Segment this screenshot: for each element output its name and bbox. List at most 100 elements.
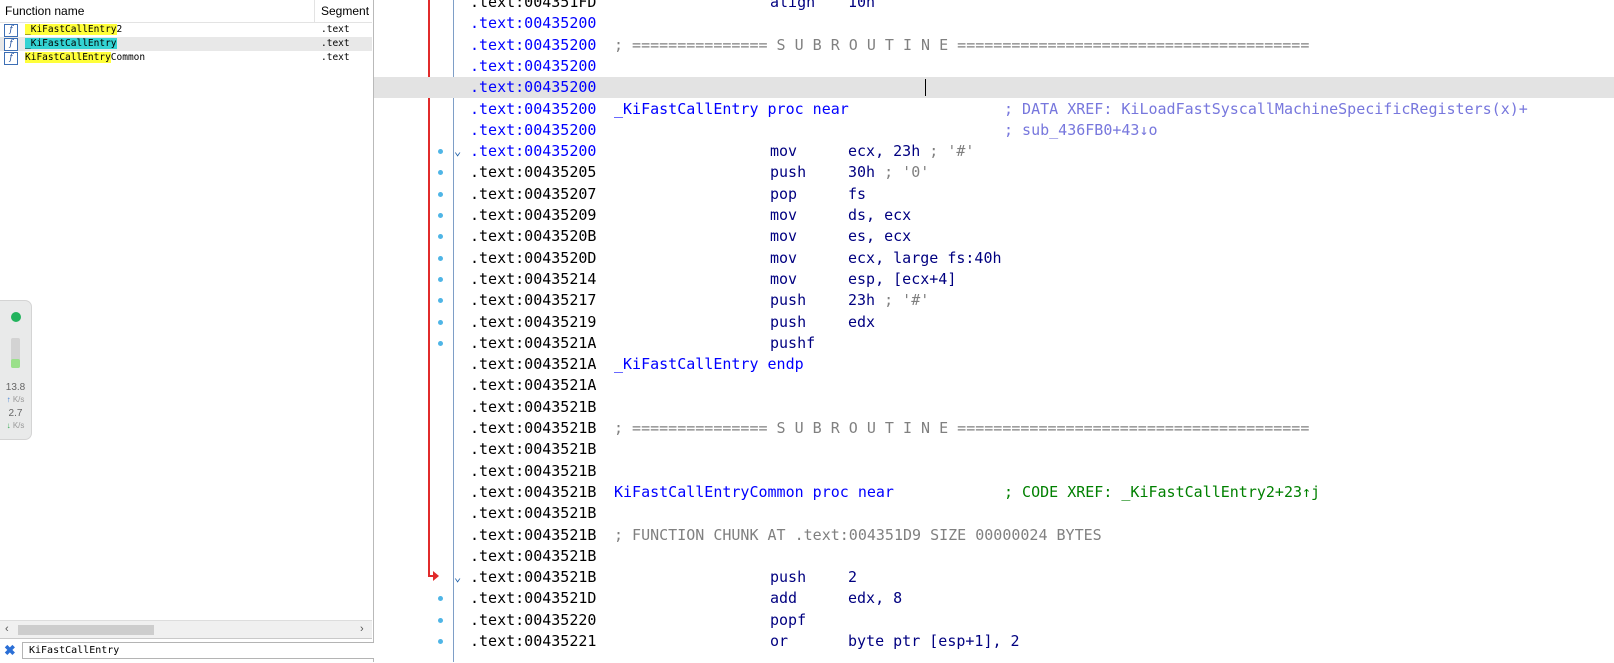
- instruction-mnemonic[interactable]: push: [770, 312, 806, 333]
- disasm-line[interactable]: .text:0043521B ; FUNCTION CHUNK AT .text:…: [374, 525, 1614, 546]
- instruction-mnemonic[interactable]: push: [770, 290, 806, 311]
- disasm-line[interactable]: .text:00435214 mov esp, [ecx+4]: [374, 269, 1614, 290]
- breakpoint-dot-icon[interactable]: [438, 340, 443, 346]
- breakpoint-dot-icon[interactable]: [438, 298, 443, 304]
- line-address[interactable]: .text:00435205: [470, 162, 596, 183]
- line-address[interactable]: .text:0043520B: [470, 226, 596, 247]
- disasm-line[interactable]: .text:00435200: [374, 77, 1614, 99]
- line-address[interactable]: .text:00435217: [470, 290, 596, 311]
- instruction-mnemonic[interactable]: mov: [770, 205, 797, 226]
- disasm-line[interactable]: .text:00435209 mov ds, ecx: [374, 205, 1614, 226]
- disasm-line[interactable]: .text:00435200 ; =============== S U B R …: [374, 35, 1614, 56]
- filter-input[interactable]: [22, 642, 382, 659]
- breakpoint-dot-icon[interactable]: [438, 234, 443, 240]
- line-address[interactable]: .text:0043521B: [470, 525, 596, 546]
- line-address[interactable]: .text:0043521B: [470, 418, 596, 439]
- disasm-line[interactable]: .text:0043521B: [374, 503, 1614, 524]
- instruction-operands[interactable]: 10h: [848, 0, 875, 13]
- fold-chevron-icon[interactable]: ⌄: [454, 141, 464, 162]
- breakpoint-dot-icon[interactable]: [438, 213, 443, 218]
- line-address[interactable]: .text:0043521A: [470, 333, 596, 354]
- disasm-line[interactable]: .text:0043521B KiFastCallEntryCommon proc…: [374, 482, 1614, 503]
- line-address[interactable]: .text:00435200: [470, 56, 596, 77]
- line-address[interactable]: .text:0043521B: [470, 461, 596, 482]
- disasm-line[interactable]: .text:0043521B: [374, 397, 1614, 418]
- proc-label[interactable]: _KiFastCallEntry endp: [614, 354, 804, 375]
- breakpoint-dot-icon[interactable]: [438, 170, 443, 176]
- line-address[interactable]: .text:00435207: [470, 184, 596, 205]
- line-address[interactable]: .text:00435219: [470, 312, 596, 333]
- instruction-mnemonic[interactable]: push: [770, 567, 806, 588]
- fold-chevron-icon[interactable]: ⌄: [454, 567, 464, 588]
- breakpoint-dot-icon[interactable]: [438, 276, 443, 282]
- proc-label[interactable]: KiFastCallEntryCommon proc near: [614, 482, 894, 503]
- disasm-line[interactable]: .text:0043521B: [374, 461, 1614, 482]
- column-segment[interactable]: Segment: [321, 4, 369, 18]
- network-speed-widget[interactable]: 13.8 ↑ K/s 2.7 ↓ K/s: [0, 300, 32, 440]
- scroll-left-icon[interactable]: ‹: [5, 623, 9, 635]
- breakpoint-dot-icon[interactable]: [438, 596, 443, 602]
- instruction-mnemonic[interactable]: pushf: [770, 333, 815, 354]
- instruction-operands[interactable]: byte ptr [esp+1], 2: [848, 631, 1020, 652]
- column-function-name[interactable]: Function name: [5, 4, 84, 18]
- breakpoint-dot-icon[interactable]: [438, 255, 443, 261]
- disasm-line[interactable]: .text:0043521D add edx, 8: [374, 588, 1614, 609]
- function-row[interactable]: f KiFastCallEntryCommon .text: [0, 51, 372, 65]
- disasm-line[interactable]: .text:00435205 push 30h ; '0': [374, 162, 1614, 183]
- line-address[interactable]: .text:00435214: [470, 269, 596, 290]
- instruction-mnemonic[interactable]: mov: [770, 269, 797, 290]
- disasm-line[interactable]: .text:0043521B: [374, 439, 1614, 460]
- instruction-mnemonic[interactable]: push: [770, 162, 806, 183]
- instruction-operands[interactable]: fs: [848, 184, 866, 205]
- line-address[interactable]: .text:004351FD: [470, 0, 596, 13]
- xref-comment[interactable]: ; DATA XREF: KiLoadFastSyscallMachineSpe…: [1004, 99, 1528, 120]
- xref-comment[interactable]: ; CODE XREF: _KiFastCallEntry2+23↑j: [1004, 482, 1320, 503]
- instruction-mnemonic[interactable]: mov: [770, 226, 797, 247]
- disasm-line[interactable]: ⌄ .text:00435200 mov ecx, 23h ; '#': [374, 141, 1614, 162]
- breakpoint-dot-icon[interactable]: [438, 639, 443, 644]
- breakpoint-dot-icon[interactable]: [438, 191, 443, 197]
- disasm-line[interactable]: .text:0043521B: [374, 546, 1614, 567]
- breakpoint-dot-icon[interactable]: [438, 617, 443, 623]
- line-address[interactable]: .text:00435200: [470, 99, 596, 120]
- instruction-operands[interactable]: 23h ; '#': [848, 290, 929, 311]
- instruction-mnemonic[interactable]: mov: [770, 141, 797, 162]
- line-address[interactable]: .text:00435200: [470, 13, 596, 34]
- instruction-mnemonic[interactable]: or: [770, 631, 788, 652]
- line-address[interactable]: .text:0043520D: [470, 248, 596, 269]
- column-separator[interactable]: [314, 0, 315, 22]
- disasm-line[interactable]: .text:00435219 push edx: [374, 312, 1614, 333]
- line-address[interactable]: .text:0043521A: [470, 375, 596, 396]
- proc-label[interactable]: _KiFastCallEntry proc near: [614, 99, 849, 120]
- disasm-line[interactable]: .text:00435207 pop fs: [374, 184, 1614, 205]
- disasm-line[interactable]: .text:00435200 ; sub_436FB0+43↓o: [374, 120, 1614, 141]
- line-address[interactable]: .text:00435220: [470, 610, 596, 631]
- disasm-line[interactable]: .text:004351FD align 10h: [374, 0, 1614, 13]
- line-address[interactable]: .text:0043521A: [470, 354, 596, 375]
- line-address[interactable]: .text:00435200: [470, 141, 596, 162]
- xref-comment[interactable]: ; sub_436FB0+43↓o: [1004, 120, 1158, 141]
- instruction-operands[interactable]: edx: [848, 312, 875, 333]
- disasm-line[interactable]: .text:0043521B ; =============== S U B R …: [374, 418, 1614, 439]
- instruction-operands[interactable]: 30h ; '0': [848, 162, 929, 183]
- disasm-line[interactable]: .text:0043521A pushf: [374, 333, 1614, 354]
- close-filter-icon[interactable]: ✖: [4, 642, 16, 659]
- line-address[interactable]: .text:0043521D: [470, 588, 596, 609]
- instruction-operands[interactable]: es, ecx: [848, 226, 911, 247]
- line-address[interactable]: .text:0043521B: [470, 567, 596, 588]
- horizontal-scrollbar[interactable]: ‹ ›: [0, 620, 372, 638]
- line-address[interactable]: .text:00435200: [470, 120, 596, 141]
- disassembly-view[interactable]: .text:004351FD align 10h .text:00435200 .tex…: [374, 0, 1614, 662]
- disasm-line[interactable]: .text:00435200 _KiFastCallEntry proc near…: [374, 99, 1614, 120]
- instruction-operands[interactable]: esp, [ecx+4]: [848, 269, 956, 290]
- disasm-line[interactable]: .text:00435200: [374, 56, 1614, 77]
- disasm-line[interactable]: .text:0043521A: [374, 375, 1614, 396]
- disasm-line[interactable]: .text:0043520B mov es, ecx: [374, 226, 1614, 247]
- disasm-line[interactable]: ⌄ .text:0043521B push 2: [374, 567, 1614, 588]
- line-address[interactable]: .text:0043521B: [470, 503, 596, 524]
- disasm-line[interactable]: .text:00435221 or byte ptr [esp+1], 2: [374, 631, 1614, 652]
- instruction-mnemonic[interactable]: align: [770, 0, 815, 13]
- function-row[interactable]: f _KiFastCallEntry2 .text: [0, 23, 372, 37]
- line-address[interactable]: .text:00435209: [470, 205, 596, 226]
- line-address[interactable]: .text:0043521B: [470, 482, 596, 503]
